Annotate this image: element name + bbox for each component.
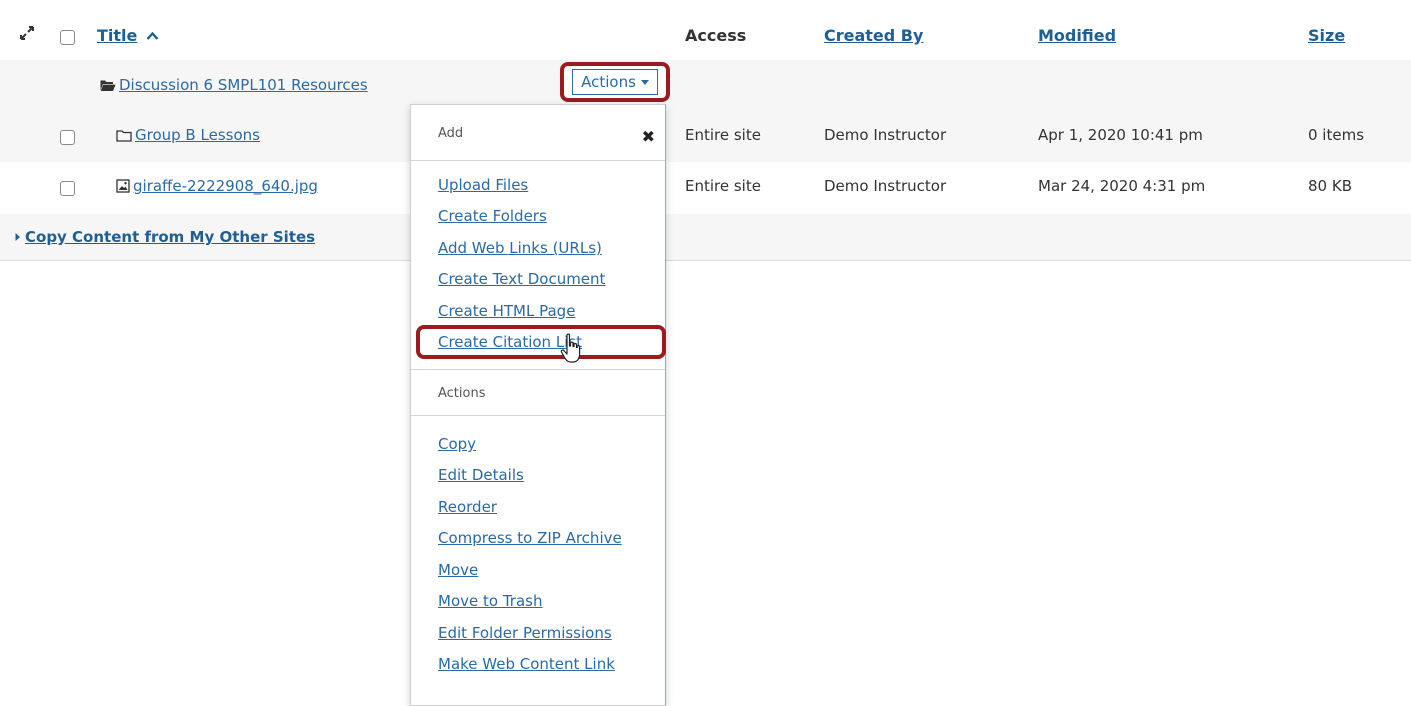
size-column-header[interactable]: Size	[1308, 26, 1345, 45]
select-all-checkbox[interactable]	[60, 30, 75, 45]
size-cell: 0 items	[1308, 126, 1365, 144]
folder-icon	[116, 130, 132, 142]
created-by-cell: Demo Instructor	[824, 177, 947, 195]
actions-section-label: Actions	[438, 386, 486, 401]
copy-content-link[interactable]: Copy Content from My Other Sites	[25, 228, 315, 246]
item-name-link[interactable]: giraffe-2222908_640.jpg	[133, 177, 318, 195]
menu-item-create-html-page[interactable]: Create HTML Page	[438, 302, 575, 320]
menu-item-edit-details[interactable]: Edit Details	[438, 466, 524, 484]
item-name-link[interactable]: Group B Lessons	[135, 126, 260, 144]
table-row: giraffe-2222908_640.jpg Entire site Demo…	[0, 162, 1411, 215]
modified-cell: Mar 24, 2020 4:31 pm	[1038, 177, 1206, 195]
title-sort-link[interactable]: Title	[97, 26, 137, 45]
title-column-header[interactable]: Title	[97, 26, 159, 45]
modified-sort-link[interactable]: Modified	[1038, 26, 1116, 45]
menu-item-move-to-trash[interactable]: Move to Trash	[438, 592, 542, 610]
actions-button-label: Actions	[581, 73, 636, 91]
caret-right-icon	[15, 233, 20, 241]
item-name-cell[interactable]: giraffe-2222908_640.jpg	[116, 177, 318, 195]
menu-item-create-text-document[interactable]: Create Text Document	[438, 270, 605, 288]
size-cell: 80 KB	[1308, 177, 1352, 195]
menu-divider	[411, 415, 665, 416]
folder-name-link[interactable]: Discussion 6 SMPL101 Resources	[119, 76, 368, 94]
caret-down-icon	[640, 79, 649, 85]
sort-asc-icon	[146, 31, 159, 40]
created-by-sort-link[interactable]: Created By	[824, 26, 923, 45]
folder-name-cell[interactable]: Discussion 6 SMPL101 Resources	[100, 76, 368, 94]
folder-row: Discussion 6 SMPL101 Resources	[0, 60, 1411, 112]
created-by-cell: Demo Instructor	[824, 126, 947, 144]
menu-item-edit-folder-permissions[interactable]: Edit Folder Permissions	[438, 624, 612, 642]
copy-content-row: Copy Content from My Other Sites	[0, 214, 1411, 261]
table-row: Group B Lessons Entire site Demo Instruc…	[0, 111, 1411, 163]
row-checkbox[interactable]	[60, 130, 75, 145]
close-icon[interactable]: ✖	[642, 127, 655, 146]
item-name-cell[interactable]: Group B Lessons	[116, 126, 260, 144]
open-folder-icon	[100, 80, 116, 91]
menu-item-add-web-links[interactable]: Add Web Links (URLs)	[438, 239, 602, 257]
menu-divider	[411, 369, 665, 370]
image-file-icon	[116, 179, 130, 193]
menu-item-copy[interactable]: Copy	[438, 435, 476, 453]
menu-item-compress-zip[interactable]: Compress to ZIP Archive	[438, 529, 622, 547]
actions-dropdown-button[interactable]: Actions	[560, 62, 670, 102]
size-sort-link[interactable]: Size	[1308, 26, 1345, 45]
access-cell: Entire site	[685, 126, 761, 144]
add-section-label: Add	[438, 126, 464, 141]
copy-content-toggle[interactable]: Copy Content from My Other Sites	[14, 228, 315, 246]
menu-item-upload-files[interactable]: Upload Files	[438, 176, 528, 194]
access-cell: Entire site	[685, 177, 761, 195]
menu-item-create-folders[interactable]: Create Folders	[438, 207, 547, 225]
hand-cursor-icon	[560, 333, 581, 363]
actions-dropdown-menu: Add ✖ Upload Files Create Folders Add We…	[410, 104, 666, 706]
menu-item-reorder[interactable]: Reorder	[438, 498, 497, 516]
created-by-column-header[interactable]: Created By	[824, 26, 923, 45]
expand-icon[interactable]	[18, 24, 36, 42]
menu-item-move[interactable]: Move	[438, 561, 478, 579]
modified-cell: Apr 1, 2020 10:41 pm	[1038, 126, 1203, 144]
modified-column-header[interactable]: Modified	[1038, 26, 1116, 45]
row-checkbox[interactable]	[60, 181, 75, 196]
menu-item-make-web-content-link[interactable]: Make Web Content Link	[438, 655, 615, 673]
access-column-header: Access	[685, 26, 747, 45]
menu-divider	[411, 160, 665, 161]
